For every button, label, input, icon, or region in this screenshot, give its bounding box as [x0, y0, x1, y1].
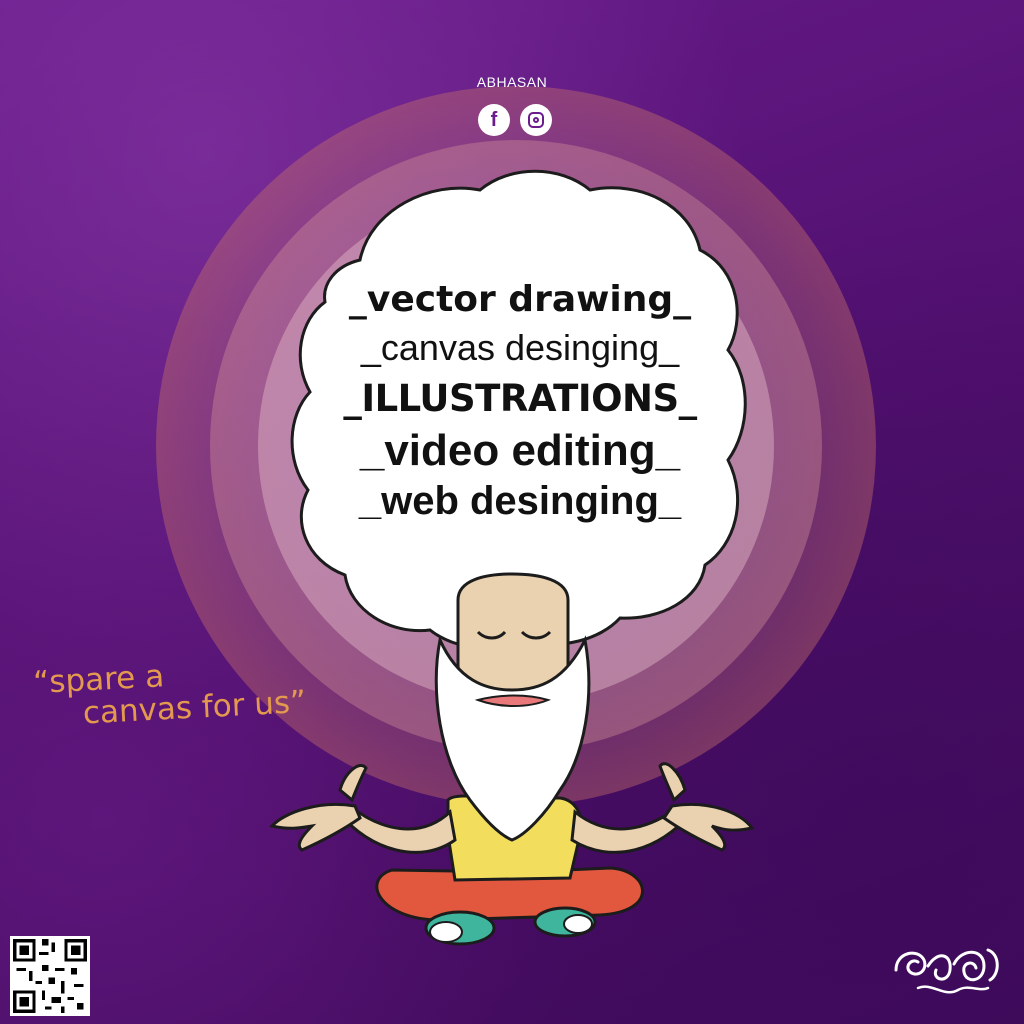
service-canvas-designing: _canvas desinging_	[360, 327, 680, 368]
signature-logo	[894, 948, 999, 994]
service-video-editing: _video editing_	[359, 426, 681, 475]
tagline-quote: “spare a canvas for us”	[32, 653, 307, 732]
service-web-designing: _web desinging_	[358, 479, 682, 523]
right-shoe-toe	[563, 914, 593, 934]
service-vector-drawing: _vector drawing_	[348, 279, 692, 320]
right-hand	[658, 762, 755, 852]
left-hand	[269, 764, 368, 852]
qr-code[interactable]	[10, 936, 90, 1016]
service-illustrations: _ILLUSTRATIONS_	[343, 377, 697, 420]
left-shoe-toe	[429, 921, 463, 943]
services-list: _vector drawing_ _canvas desinging_ _ILL…	[290, 279, 750, 523]
